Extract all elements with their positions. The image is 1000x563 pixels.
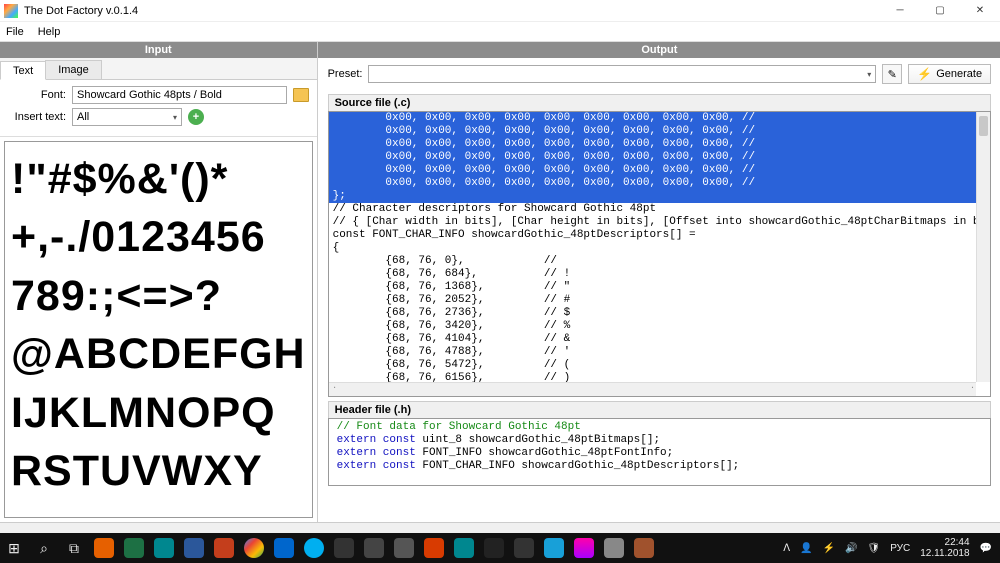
app-icon-9[interactable] [634,538,654,558]
app-icon-6[interactable] [514,538,534,558]
maximize-button[interactable]: ▢ [920,0,960,22]
app-icon-1[interactable] [334,538,354,558]
start-button[interactable]: ⊞ [0,533,28,563]
main-area: Input Text Image Font: Insert text: All … [0,42,1000,522]
output-header: Output [318,42,1000,58]
font-preview[interactable]: !"#$%&'()* +,-./0123456 789:;<=>? @ABCDE… [4,141,313,518]
close-button[interactable]: ✕ [960,0,1000,22]
skype-icon[interactable] [304,538,324,558]
notifications-icon[interactable]: 💬 [980,543,992,554]
folder-app-icon[interactable] [274,538,294,558]
clock[interactable]: 22:44 12.11.2018 [920,537,969,559]
source-file-label: Source file (.c) [328,94,992,111]
ppt-icon[interactable] [214,538,234,558]
font-label: Font: [8,89,66,101]
minimize-button[interactable]: ─ [880,0,920,22]
header-file-label: Header file (.h) [328,401,992,418]
header-code-box[interactable]: // Font data for Showcard Gothic 48pt ex… [328,418,992,486]
app-icon-8[interactable] [574,538,594,558]
arduino-icon[interactable] [154,538,174,558]
folder-icon[interactable] [293,88,309,102]
menu-file[interactable]: File [6,26,24,38]
security-icon[interactable]: 🛡 [868,543,881,554]
app-icon-2[interactable] [364,538,384,558]
app-icon-3[interactable] [394,538,414,558]
output-panel: Output Preset: ✎ ⚡ Generate Source file … [318,42,1000,522]
app-icon-5[interactable] [484,538,504,558]
input-header: Input [0,42,317,58]
preset-combo[interactable] [368,65,876,83]
preset-row: Preset: ✎ ⚡ Generate [318,58,1000,90]
tray-up-icon[interactable]: ᐱ [783,543,790,554]
word-icon[interactable] [184,538,204,558]
search-icon[interactable]: ⌕ [30,533,58,563]
generate-button[interactable]: ⚡ Generate [908,64,991,84]
people-icon[interactable]: 👤 [800,543,812,554]
insert-text-combo[interactable]: All [72,108,182,126]
add-icon[interactable]: + [188,109,204,125]
font-form: Font: Insert text: All + [0,80,317,137]
app-icon-4[interactable] [424,538,444,558]
preset-label: Preset: [328,68,363,80]
chrome-icon[interactable] [244,538,264,558]
task-view-icon[interactable]: ⧉ [60,533,88,563]
sound-icon[interactable]: 🔊 [845,543,857,554]
tab-text[interactable]: Text [0,61,46,80]
input-tabstrip: Text Image [0,58,317,80]
source-vscroll[interactable] [976,112,990,382]
bolt-icon: ⚡ [917,67,932,81]
window-controls: ─ ▢ ✕ [880,0,1000,22]
tab-image[interactable]: Image [45,60,102,79]
insert-text-label: Insert text: [8,111,66,123]
wand-icon: ✎ [888,68,897,81]
taskbar: ⊞ ⌕ ⧉ ᐱ 👤 ⚡ 🔊 🛡 РУС 22:44 12.11.2018 � [0,533,1000,563]
titlebar: The Dot Factory v.0.1.4 ─ ▢ ✕ [0,0,1000,22]
dotfactory-task-icon[interactable] [604,538,624,558]
excel-icon[interactable] [124,538,144,558]
menubar: File Help [0,22,1000,42]
lang-indicator[interactable]: РУС [890,543,910,554]
app-icon-7[interactable] [544,538,564,558]
input-panel: Input Text Image Font: Insert text: All … [0,42,318,522]
arduino2-icon[interactable] [454,538,474,558]
preset-config-button[interactable]: ✎ [882,64,902,84]
window-title: The Dot Factory v.0.1.4 [24,5,880,17]
network-icon[interactable]: ⚡ [823,543,835,554]
font-input[interactable] [72,86,287,104]
source-hscroll[interactable]: ᠂᠂ [329,382,977,396]
firefox-icon[interactable] [94,538,114,558]
menu-help[interactable]: Help [38,26,61,38]
source-code-box[interactable]: 0x00, 0x00, 0x00, 0x00, 0x00, 0x00, 0x00… [328,111,992,397]
app-icon [4,4,18,18]
